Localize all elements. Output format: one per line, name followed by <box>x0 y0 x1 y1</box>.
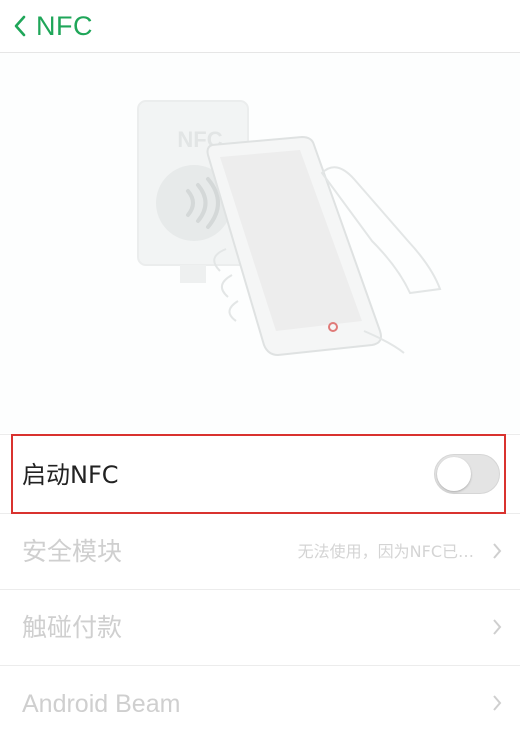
tap-and-pay-row[interactable]: 触碰付款 <box>0 590 520 666</box>
chevron-left-icon <box>14 15 26 37</box>
nfc-enable-label: 启动NFC <box>22 461 119 489</box>
chevron-right-icon <box>492 617 502 641</box>
chevron-right-icon <box>492 541 502 565</box>
android-beam-label: Android Beam <box>22 690 181 718</box>
nfc-toggle[interactable] <box>434 454 500 494</box>
secure-element-row[interactable]: 安全模块 无法使用，因为NFC已… <box>0 514 520 590</box>
phone-in-hand-icon <box>206 135 442 357</box>
title-bar: NFC <box>0 0 520 53</box>
page-title: NFC <box>36 10 93 41</box>
chevron-right-icon <box>492 693 502 717</box>
android-beam-row[interactable]: Android Beam <box>0 666 520 741</box>
tap-and-pay-label: 触碰付款 <box>22 613 123 642</box>
secure-element-label: 安全模块 <box>22 537 123 566</box>
nfc-illustration: NFC <box>0 53 520 433</box>
nfc-enable-row[interactable]: 启动NFC <box>0 434 520 514</box>
toggle-knob <box>437 457 471 491</box>
secure-element-detail: 无法使用，因为NFC已… <box>297 542 474 561</box>
back-button[interactable]: NFC <box>14 6 93 46</box>
